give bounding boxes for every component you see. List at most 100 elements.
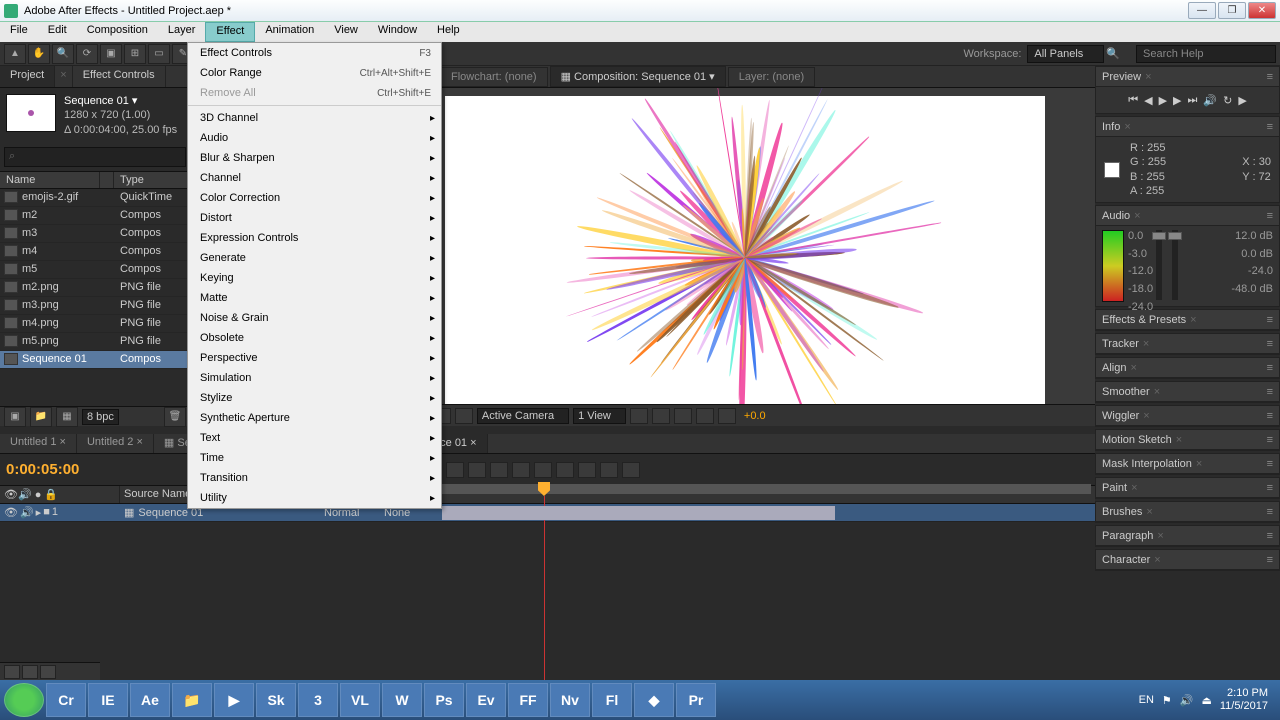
rotate-tool[interactable]: ⟳ (76, 44, 98, 64)
audio-slider-left[interactable] (1156, 230, 1162, 300)
start-button[interactable] (4, 683, 44, 717)
current-time[interactable]: 0:00:05:00 (6, 461, 79, 478)
delete-button[interactable]: 🗑 (164, 407, 186, 427)
tl-tool-button[interactable] (512, 462, 530, 478)
menu-item-channel[interactable]: Channel▸ (188, 168, 441, 188)
menu-item-synthetic-aperture[interactable]: Synthetic Aperture▸ (188, 408, 441, 428)
menu-item-utility[interactable]: Utility▸ (188, 488, 441, 508)
camera-dropdown[interactable]: Active Camera (477, 408, 569, 424)
menu-layer[interactable]: Layer (158, 22, 206, 42)
menu-item-stylize[interactable]: Stylize▸ (188, 388, 441, 408)
menu-item-3d-channel[interactable]: 3D Channel▸ (188, 108, 441, 128)
language-indicator[interactable]: EN (1139, 694, 1154, 706)
pan-behind-tool[interactable]: ⊞ (124, 44, 146, 64)
taskbar-app-icon[interactable]: VL (340, 683, 380, 717)
menu-view[interactable]: View (324, 22, 368, 42)
loop-button[interactable]: ↻ (1223, 94, 1232, 107)
timeline-button[interactable] (674, 408, 692, 424)
taskbar-app-icon[interactable]: 3 (298, 683, 338, 717)
panel-menu-icon[interactable]: ≡ (1267, 434, 1273, 446)
menu-help[interactable]: Help (427, 22, 470, 42)
last-frame-button[interactable]: ⏭ (1188, 94, 1198, 107)
menu-item-generate[interactable]: Generate▸ (188, 248, 441, 268)
mute-button[interactable]: 🔊 (1203, 94, 1217, 107)
name-column-header[interactable]: Name (0, 172, 100, 188)
tl-tool-button[interactable] (600, 462, 618, 478)
panel-menu-icon[interactable]: ≡ (1267, 554, 1273, 566)
fast-preview-button[interactable] (652, 408, 670, 424)
taskbar-app-icon[interactable]: Ps (424, 683, 464, 717)
comp-tab[interactable]: Layer: (none) (728, 67, 815, 87)
taskbar-app-icon[interactable]: ▶ (214, 683, 254, 717)
views-dropdown[interactable]: 1 View (573, 408, 626, 424)
panel-menu-icon[interactable]: ≡ (1267, 210, 1273, 222)
menu-composition[interactable]: Composition (77, 22, 158, 42)
project-item[interactable]: Sequence 01Compos (0, 351, 190, 369)
menu-item-blur-sharpen[interactable]: Blur & Sharpen▸ (188, 148, 441, 168)
taskbar-app-icon[interactable]: Ae (130, 683, 170, 717)
close-icon[interactable]: × (1131, 482, 1137, 494)
panel-menu-icon[interactable]: ≡ (1267, 458, 1273, 470)
interpret-footage-button[interactable]: ▣ (4, 407, 26, 427)
zoom-tool[interactable]: 🔍 (52, 44, 74, 64)
comp-tab[interactable]: ▦ Composition: Sequence 01 ▾ (550, 66, 726, 87)
label-column-header[interactable] (100, 172, 114, 188)
project-item[interactable]: m2Compos (0, 207, 190, 225)
taskbar-app-icon[interactable]: 📁 (172, 683, 212, 717)
taskbar-app-icon[interactable]: W (382, 683, 422, 717)
taskbar-app-icon[interactable]: IE (88, 683, 128, 717)
panel-menu-icon[interactable]: ≡ (1267, 338, 1273, 350)
panel-menu-icon[interactable]: ≡ (1267, 71, 1273, 83)
tl-tool-button[interactable] (446, 462, 464, 478)
panel-menu-icon[interactable]: ≡ (1267, 530, 1273, 542)
panel-menu-icon[interactable]: ≡ (1267, 314, 1273, 326)
maximize-button[interactable]: ❐ (1218, 2, 1246, 19)
menu-item-matte[interactable]: Matte▸ (188, 288, 441, 308)
panel-menu-icon[interactable]: ≡ (1267, 506, 1273, 518)
new-comp-button[interactable]: ▦ (56, 407, 78, 427)
menu-item-effect-controls[interactable]: Effect ControlsF3 (188, 43, 441, 63)
clock-date[interactable]: 11/5/2017 (1220, 700, 1268, 713)
tray-icon[interactable]: 🔊 (1180, 694, 1194, 707)
close-icon[interactable]: × (1130, 362, 1136, 374)
project-search-input[interactable]: ⌕ (4, 147, 186, 167)
panel-menu-icon[interactable]: ≡ (1267, 386, 1273, 398)
close-icon[interactable]: × (1143, 338, 1149, 350)
comp-flowchart-button[interactable] (696, 408, 714, 424)
shape-tool[interactable]: ▭ (148, 44, 170, 64)
tl-tool-button[interactable] (622, 462, 640, 478)
timeline-tab[interactable]: Untitled 1 × (0, 434, 77, 453)
menu-item-obsolete[interactable]: Obsolete▸ (188, 328, 441, 348)
close-icon[interactable]: × (1157, 530, 1163, 542)
work-area-bar[interactable] (440, 484, 1091, 494)
panel-menu-icon[interactable]: ≡ (1267, 121, 1273, 133)
audio-slider-right[interactable] (1172, 230, 1178, 300)
tray-icon[interactable]: ⚑ (1162, 694, 1172, 707)
search-help-input[interactable]: Search Help (1136, 45, 1276, 63)
tl-tool-button[interactable] (556, 462, 574, 478)
play-button[interactable]: ▶ (1159, 94, 1167, 107)
project-item[interactable]: m5.pngPNG file (0, 333, 190, 351)
project-item[interactable]: m4.pngPNG file (0, 315, 190, 333)
close-icon[interactable]: × (1134, 210, 1140, 222)
timeline-tab[interactable]: Untitled 2 × (77, 434, 154, 453)
close-icon[interactable]: × (1176, 434, 1182, 446)
menu-item-audio[interactable]: Audio▸ (188, 128, 441, 148)
close-icon[interactable]: × (1190, 314, 1196, 326)
menu-item-distort[interactable]: Distort▸ (188, 208, 441, 228)
tl-tool-button[interactable] (534, 462, 552, 478)
camera-tool[interactable]: ▣ (100, 44, 122, 64)
toggle-switch[interactable] (22, 665, 38, 679)
menu-item-keying[interactable]: Keying▸ (188, 268, 441, 288)
menu-effect[interactable]: Effect (205, 22, 255, 42)
menu-item-simulation[interactable]: Simulation▸ (188, 368, 441, 388)
system-tray[interactable]: EN ⚑ 🔊 ⏏ 2:10 PM 11/5/2017 (1131, 687, 1276, 713)
menu-animation[interactable]: Animation (255, 22, 324, 42)
close-icon[interactable]: × (1143, 410, 1149, 422)
timeline-layer-row[interactable]: 👁🔊▸■1 ▦Sequence 01 Normal None (0, 504, 1095, 522)
project-tab[interactable]: Project (0, 66, 55, 87)
close-icon[interactable]: × (1146, 506, 1152, 518)
menu-item-noise-grain[interactable]: Noise & Grain▸ (188, 308, 441, 328)
taskbar-app-icon[interactable]: Pr (676, 683, 716, 717)
toggle-switch[interactable] (40, 665, 56, 679)
